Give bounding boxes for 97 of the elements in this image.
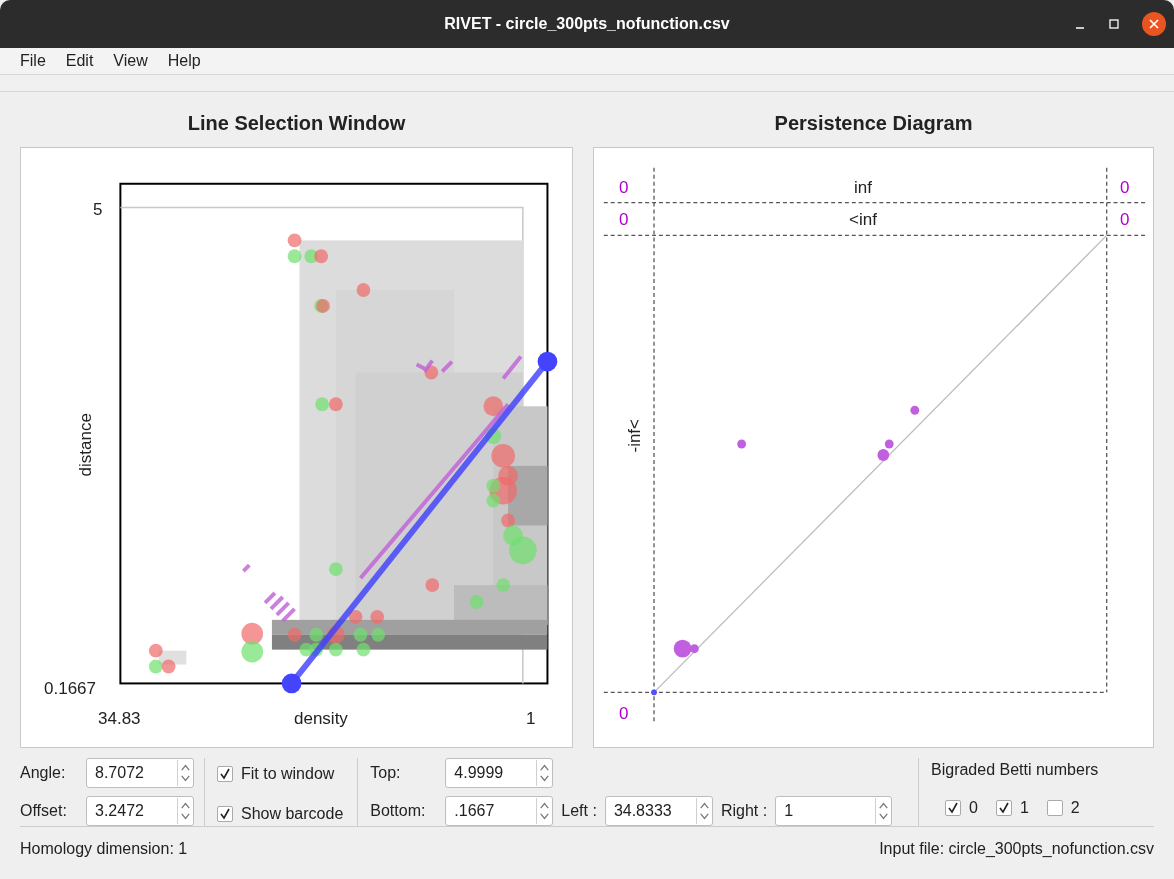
spin-arrows-icon[interactable] <box>177 760 193 786</box>
menu-item[interactable]: File <box>20 49 46 73</box>
data-point <box>353 627 368 642</box>
checkbox-label[interactable]: Show barcode <box>241 802 344 826</box>
checkbox-label[interactable]: 0 <box>969 796 978 820</box>
axis-tick-label: 34.83 <box>98 708 141 730</box>
axis-label: inf <box>854 177 872 199</box>
field-label: Offset: <box>20 801 68 821</box>
field-label: Right : <box>720 801 768 821</box>
menu-item[interactable]: Edit <box>65 49 94 73</box>
data-point <box>161 659 176 674</box>
data-point <box>651 689 658 696</box>
data-point <box>370 609 385 624</box>
field-label: Left : <box>561 801 597 821</box>
menu-item[interactable]: Help <box>167 49 201 73</box>
data-point <box>315 397 329 412</box>
panel-title: Line Selection Window <box>186 111 407 136</box>
spin-box[interactable]: 8.7072 <box>86 758 194 788</box>
panel-title: Persistence Diagram <box>773 111 974 136</box>
data-point <box>496 578 511 593</box>
spin-box[interactable]: 1 <box>775 796 893 826</box>
data-point <box>424 365 439 380</box>
data-point <box>371 627 386 642</box>
data-point <box>314 249 328 264</box>
spin-box[interactable]: 4.9999 <box>445 758 554 788</box>
data-point <box>148 659 163 674</box>
checkbox-label[interactable]: 1 <box>1019 796 1029 820</box>
selection-line[interactable] <box>281 351 558 694</box>
spin-box[interactable]: .1667 <box>445 796 554 826</box>
data-point <box>425 578 440 593</box>
data-point <box>327 625 345 644</box>
field-label: Top: <box>370 763 402 783</box>
group-title: Bigraded Betti numbers <box>931 760 1100 780</box>
barcode-segment <box>281 607 296 623</box>
count-label: 0 <box>619 209 629 231</box>
maximize-icon[interactable] <box>1108 18 1120 30</box>
data-point <box>287 249 302 264</box>
count-label: 0 <box>1120 209 1130 231</box>
data-point <box>241 622 264 645</box>
axis-label: density <box>294 708 348 730</box>
status-text: Homology dimension: 1 <box>20 838 188 859</box>
checkbox[interactable] <box>217 806 233 822</box>
axis-label: distance <box>74 413 96 477</box>
checkbox[interactable] <box>217 766 233 782</box>
check-icon <box>997 802 1010 814</box>
axis-label: <inf <box>849 209 877 231</box>
data-point <box>910 405 920 415</box>
data-point <box>329 562 343 577</box>
data-point <box>356 642 371 657</box>
axis-tick-label: 0.1667 <box>44 678 96 700</box>
checkbox-label[interactable]: 2 <box>1070 796 1080 820</box>
checkbox[interactable] <box>995 800 1012 816</box>
data-point <box>148 643 163 658</box>
spin-arrows-icon[interactable] <box>695 798 712 824</box>
axis-label: -inf< <box>624 419 646 453</box>
axis-tick-label: 1 <box>526 708 536 730</box>
barcode-segment <box>275 601 291 617</box>
spin-arrows-icon[interactable] <box>177 798 193 824</box>
data-point <box>309 627 324 642</box>
data-point <box>501 513 515 528</box>
axis-tick-label: 5 <box>93 199 103 221</box>
data-point <box>329 397 343 412</box>
status-text: Input file: circle_300pts_nofunction.csv <box>879 838 1154 859</box>
check-icon <box>219 768 231 780</box>
count-label: 0 <box>619 177 629 199</box>
field-label: Angle: <box>20 763 67 783</box>
checkbox-label[interactable]: Fit to window <box>241 762 335 786</box>
close-icon[interactable] <box>1142 12 1166 36</box>
count-label: 0 <box>1120 177 1130 199</box>
data-point <box>329 642 343 657</box>
data-point <box>241 640 264 663</box>
barcode-segment <box>501 355 523 380</box>
checkbox[interactable] <box>945 800 961 816</box>
data-point <box>509 536 537 565</box>
barcode-segment <box>242 563 251 573</box>
data-point <box>287 627 302 642</box>
check-icon <box>219 808 231 820</box>
barcode-segment <box>269 595 285 611</box>
data-point <box>348 609 363 624</box>
barcode-segment <box>263 591 277 605</box>
field-label: Bottom: <box>370 801 427 821</box>
checkbox[interactable] <box>1046 800 1063 816</box>
count-label: 0 <box>619 703 629 725</box>
data-point <box>884 439 894 449</box>
data-point <box>877 449 890 461</box>
menu-item[interactable]: View <box>113 49 148 73</box>
data-point <box>287 233 302 248</box>
data-point <box>737 439 747 449</box>
data-point <box>483 396 504 417</box>
spin-box[interactable]: 3.2472 <box>86 796 194 826</box>
data-point <box>356 283 371 297</box>
check-icon <box>947 802 959 814</box>
data-point <box>299 642 314 657</box>
barcode-segment <box>440 360 454 373</box>
spin-box[interactable]: 34.8333 <box>604 796 713 826</box>
data-point <box>469 595 484 609</box>
window-title: RIVET - circle_300pts_nofunction.csv <box>444 14 730 34</box>
